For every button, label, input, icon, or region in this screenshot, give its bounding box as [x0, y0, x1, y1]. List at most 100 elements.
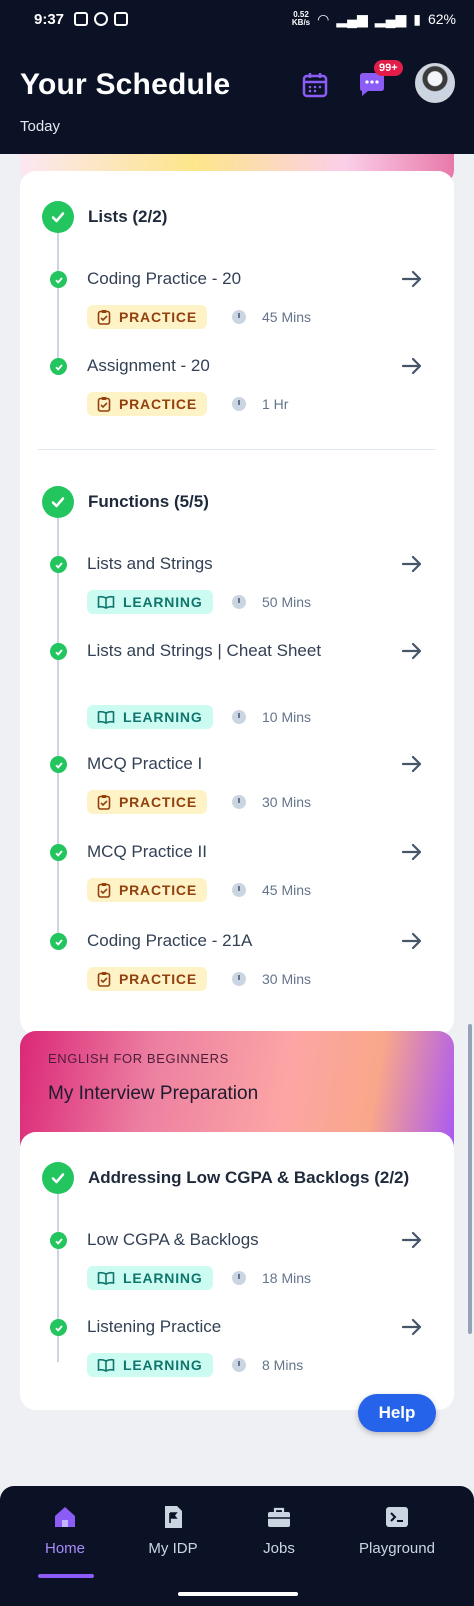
- gesture-bar[interactable]: [178, 1592, 298, 1596]
- help-button[interactable]: Help: [358, 1394, 436, 1432]
- clock-icon: [232, 310, 246, 324]
- item-title: MCQ Practice II: [87, 842, 207, 861]
- divider: [38, 449, 436, 450]
- duration: 30 Mins: [232, 971, 311, 987]
- duration: 8 Mins: [232, 1357, 303, 1373]
- item-title: Lists and Strings | Cheat Sheet: [87, 641, 322, 660]
- schedule-card: Lists (2/2) Coding Practice - 20 PRACTIC…: [20, 171, 454, 1035]
- timeline-line: [57, 231, 59, 371]
- calendar-icon[interactable]: [300, 70, 330, 100]
- learning-tag: LEARNING: [87, 1353, 213, 1377]
- group-header: Functions (5/5): [42, 486, 209, 518]
- gallery-icon: [114, 12, 129, 26]
- group-title: Lists (2/2): [88, 207, 168, 226]
- item-title: Assignment - 20: [87, 356, 210, 375]
- status-time: 9:37: [34, 10, 65, 28]
- learning-tag: LEARNING: [87, 1266, 213, 1290]
- arrow-right-icon[interactable]: [400, 552, 424, 576]
- check-circle-icon: [42, 201, 74, 233]
- arrow-right-icon[interactable]: [400, 929, 424, 953]
- clock-icon: [232, 883, 246, 897]
- duration: 50 Mins: [232, 594, 311, 610]
- bottom-nav: Home My IDP Jobs Playground: [0, 1486, 474, 1606]
- nav-home[interactable]: Home: [10, 1504, 120, 1557]
- battery-icon: ▮: [413, 10, 421, 27]
- wifi-icon: ◠: [317, 10, 330, 27]
- status-bar: 9:37 0.52 KB/s ◠ ▂▄▆ ▂▄▆ ▮ 62%: [0, 0, 474, 38]
- arrow-right-icon[interactable]: [400, 752, 424, 776]
- check-icon: [50, 756, 67, 773]
- practice-tag: PRACTICE: [87, 878, 207, 902]
- item-title: Low CGPA & Backlogs: [87, 1230, 259, 1249]
- check-icon: [50, 556, 67, 573]
- group-header: Addressing Low CGPA & Backlogs (2/2): [42, 1162, 409, 1194]
- whatsapp-icon: [94, 12, 109, 26]
- check-icon: [50, 844, 67, 861]
- duration: 18 Mins: [232, 1270, 311, 1286]
- practice-tag: PRACTICE: [87, 392, 207, 416]
- clock-icon: [232, 595, 246, 609]
- arrow-right-icon[interactable]: [400, 639, 424, 663]
- notification-icons: [74, 12, 129, 26]
- practice-tag: PRACTICE: [87, 305, 207, 329]
- course-name: My Interview Preparation: [48, 1083, 259, 1104]
- schedule-card: Addressing Low CGPA & Backlogs (2/2) Low…: [20, 1132, 454, 1410]
- arrow-right-icon[interactable]: [400, 267, 424, 291]
- group-title: Addressing Low CGPA & Backlogs (2/2): [88, 1168, 410, 1187]
- check-icon: [50, 271, 67, 288]
- nav-jobs[interactable]: Jobs: [224, 1504, 334, 1557]
- learning-tag: LEARNING: [87, 705, 213, 729]
- arrow-right-icon[interactable]: [400, 1228, 424, 1252]
- group-title: Functions (5/5): [88, 492, 209, 511]
- schedule-list[interactable]: Lists (2/2) Coding Practice - 20 PRACTIC…: [0, 154, 474, 1486]
- net-speed: 0.52 KB/s: [291, 10, 311, 27]
- clock-icon: [232, 397, 246, 411]
- check-icon: [50, 358, 67, 375]
- duration: 1 Hr: [232, 396, 288, 412]
- nav-my-idp[interactable]: My IDP: [118, 1504, 228, 1557]
- nav-playground[interactable]: Playground: [342, 1504, 452, 1557]
- notification-badge: 99+: [374, 60, 403, 76]
- timeline-line: [57, 516, 59, 936]
- clock-icon: [232, 1271, 246, 1285]
- terminal-icon: [384, 1504, 410, 1530]
- learning-tag: LEARNING: [87, 590, 213, 614]
- signal-icon: ▂▄▆: [336, 10, 368, 27]
- page-title: Your Schedule: [20, 68, 231, 101]
- battery-level: 62%: [427, 11, 456, 27]
- practice-tag: PRACTICE: [87, 967, 207, 991]
- app-header: Your Schedule Today 99+: [0, 38, 474, 154]
- group-header: Lists (2/2): [42, 201, 167, 233]
- duration: 30 Mins: [232, 794, 311, 810]
- item-title: Listening Practice: [87, 1317, 222, 1336]
- check-icon: [50, 1319, 67, 1336]
- page-subtitle: Today: [20, 118, 61, 135]
- signal-icon-2: ▂▄▆: [374, 10, 407, 27]
- check-circle-icon: [42, 486, 74, 518]
- course-label: ENGLISH FOR BEGINNERS: [48, 1051, 229, 1066]
- item-title: MCQ Practice I: [87, 754, 203, 773]
- check-icon: [50, 643, 67, 660]
- arrow-right-icon[interactable]: [400, 354, 424, 378]
- snapchat-icon: [74, 12, 89, 26]
- clock-icon: [232, 1358, 246, 1372]
- timeline-line: [57, 1192, 59, 1362]
- duration: 45 Mins: [232, 309, 311, 325]
- arrow-right-icon[interactable]: [400, 840, 424, 864]
- active-tab-indicator: [38, 1574, 94, 1578]
- duration: 10 Mins: [232, 709, 311, 725]
- arrow-right-icon[interactable]: [400, 1315, 424, 1339]
- check-circle-icon: [42, 1162, 74, 1194]
- duration: 45 Mins: [232, 882, 311, 898]
- document-flag-icon: [160, 1504, 186, 1530]
- clock-icon: [232, 795, 246, 809]
- scrollbar[interactable]: [468, 1024, 472, 1334]
- item-title: Coding Practice - 21A: [87, 931, 253, 950]
- item-title: Lists and Strings: [87, 554, 213, 573]
- clock-icon: [232, 710, 246, 724]
- check-icon: [50, 933, 67, 950]
- item-title: Coding Practice - 20: [87, 269, 242, 288]
- practice-tag: PRACTICE: [87, 790, 207, 814]
- clock-icon: [232, 972, 246, 986]
- avatar[interactable]: [415, 63, 455, 103]
